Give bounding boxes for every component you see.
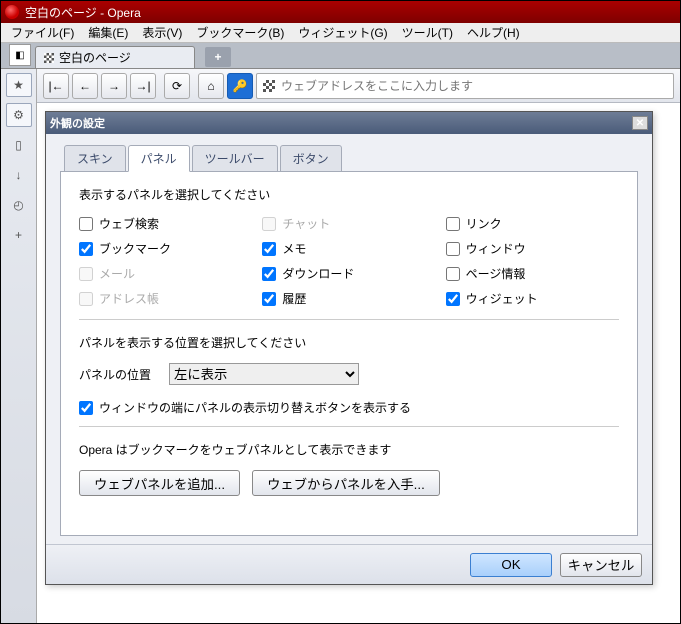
appearance-settings-dialog: 外観の設定 ✕ スキン パネル ツールバー ボタン 表示するパネルを選択してくだ… [45, 111, 653, 585]
position-label: パネルの位置 [79, 366, 151, 383]
checkbox-label: 履歴 [282, 290, 306, 307]
checkbox-label: リンク [466, 215, 502, 232]
checkbox-input[interactable] [446, 292, 460, 306]
checkbox-input[interactable] [262, 292, 276, 306]
checkbox-label: ウィジェット [466, 290, 538, 307]
get-web-panel-button[interactable]: ウェブからパネルを入手... [252, 470, 440, 496]
section-heading: Opera はブックマークをウェブパネルとして表示できます [79, 441, 619, 458]
speed-dial-icon [263, 80, 275, 92]
arrow-down-icon[interactable]: ↓ [6, 163, 32, 187]
section-heading: 表示するパネルを選択してください [79, 186, 619, 203]
checkbox-input [79, 292, 93, 306]
checkbox-input[interactable] [446, 242, 460, 256]
tab-label: 空白のページ [59, 49, 131, 66]
checkbox-label: ウェブ検索 [99, 215, 159, 232]
bookmark-icon[interactable]: ▯ [6, 133, 32, 157]
checkbox-input[interactable] [262, 242, 276, 256]
dialog-tabstrip: スキン パネル ツールバー ボタン [60, 144, 638, 171]
checkbox-input[interactable] [446, 217, 460, 231]
close-icon[interactable]: ✕ [632, 116, 648, 130]
tab-bar: ◧ 空白のページ + [1, 43, 680, 69]
star-icon[interactable]: ★ [6, 73, 32, 97]
tab-blank-page[interactable]: 空白のページ [35, 46, 195, 68]
tab-button[interactable]: ボタン [280, 145, 342, 172]
panel-checkbox[interactable]: ブックマーク [79, 240, 252, 257]
address-input[interactable] [281, 79, 667, 93]
tab-panel[interactable]: パネル [128, 145, 190, 172]
panel-checkbox: チャット [262, 215, 435, 232]
divider [79, 426, 619, 427]
home-icon[interactable]: ⌂ [198, 73, 224, 99]
checkbox-input [262, 217, 276, 231]
menu-edit[interactable]: 編集(E) [82, 22, 134, 43]
toggle-button-checkbox[interactable]: ウィンドウの端にパネルの表示切り替えボタンを表示する [79, 399, 619, 416]
panel-checkbox: アドレス帳 [79, 290, 252, 307]
gear-icon[interactable]: ⚙ [6, 103, 32, 127]
menu-bar: ファイル(F) 編集(E) 表示(V) ブックマーク(B) ウィジェット(G) … [1, 23, 680, 43]
navigation-toolbar: |← ← → →| ⟳ ⌂ 🔑 [37, 69, 680, 103]
menu-help[interactable]: ヘルプ(H) [461, 22, 526, 43]
address-bar[interactable] [256, 73, 674, 99]
last-icon[interactable]: →| [130, 73, 156, 99]
window-titlebar: 空白のページ - Opera [1, 1, 680, 23]
checkbox-input[interactable] [79, 217, 93, 231]
checkbox-input[interactable] [79, 401, 93, 415]
panel-checkbox[interactable]: ページ情報 [446, 265, 619, 282]
checkbox-label: ウィンドウ [466, 240, 526, 257]
checkbox-input[interactable] [262, 267, 276, 281]
menu-tools[interactable]: ツール(T) [396, 22, 459, 43]
clock-icon[interactable]: ◴ [6, 193, 32, 217]
new-tab-button[interactable]: + [205, 47, 231, 67]
panel-checkbox[interactable]: ウェブ検索 [79, 215, 252, 232]
menu-widgets[interactable]: ウィジェット(G) [292, 22, 393, 43]
menu-view[interactable]: 表示(V) [136, 22, 188, 43]
dialog-titlebar: 外観の設定 ✕ [46, 112, 652, 134]
add-web-panel-button[interactable]: ウェブパネルを追加... [79, 470, 240, 496]
back-icon[interactable]: ← [72, 73, 98, 99]
tab-toolbar[interactable]: ツールバー [192, 145, 278, 172]
key-icon[interactable]: 🔑 [227, 73, 253, 99]
divider [79, 319, 619, 320]
speed-dial-icon [44, 53, 54, 63]
menu-file[interactable]: ファイル(F) [5, 22, 80, 43]
dialog-panel-content: 表示するパネルを選択してください ウェブ検索チャットリンクブックマークメモウィン… [60, 171, 638, 536]
ok-button[interactable]: OK [470, 553, 552, 577]
panel-checkbox[interactable]: ウィンドウ [446, 240, 619, 257]
window-title: 空白のページ - Opera [25, 4, 141, 21]
opera-icon [5, 5, 19, 19]
checkbox-label: メール [99, 265, 135, 282]
cancel-button[interactable]: キャンセル [560, 553, 642, 577]
dialog-title: 外観の設定 [50, 115, 105, 131]
panel-checkbox[interactable]: 履歴 [262, 290, 435, 307]
panel-checkbox[interactable]: リンク [446, 215, 619, 232]
checkbox-input[interactable] [79, 242, 93, 256]
first-icon[interactable]: |← [43, 73, 69, 99]
panel-checkbox[interactable]: ダウンロード [262, 265, 435, 282]
tab-skin[interactable]: スキン [64, 145, 126, 172]
menu-bookmarks[interactable]: ブックマーク(B) [190, 22, 290, 43]
checkbox-label: アドレス帳 [99, 290, 159, 307]
checkbox-label: ダウンロード [282, 265, 354, 282]
checkbox-label: ブックマーク [99, 240, 171, 257]
checkbox-input[interactable] [446, 267, 460, 281]
forward-icon[interactable]: → [101, 73, 127, 99]
checkbox-label: チャット [282, 215, 330, 232]
panel-checkbox: メール [79, 265, 252, 282]
dialog-footer: OK キャンセル [46, 544, 652, 584]
checkbox-label: メモ [282, 240, 306, 257]
plus-icon[interactable]: + [6, 223, 32, 247]
panel-toggle-button[interactable]: ◧ [9, 44, 31, 66]
checkbox-label: ウィンドウの端にパネルの表示切り替えボタンを表示する [99, 399, 411, 416]
panel-checkbox[interactable]: メモ [262, 240, 435, 257]
checkbox-input [79, 267, 93, 281]
side-panel: ★ ⚙ ▯ ↓ ◴ + [1, 69, 37, 623]
section-heading: パネルを表示する位置を選択してください [79, 334, 619, 351]
checkbox-label: ページ情報 [466, 265, 526, 282]
reload-icon[interactable]: ⟳ [164, 73, 190, 99]
panel-checkbox[interactable]: ウィジェット [446, 290, 619, 307]
panel-position-select[interactable]: 左に表示 [169, 363, 359, 385]
